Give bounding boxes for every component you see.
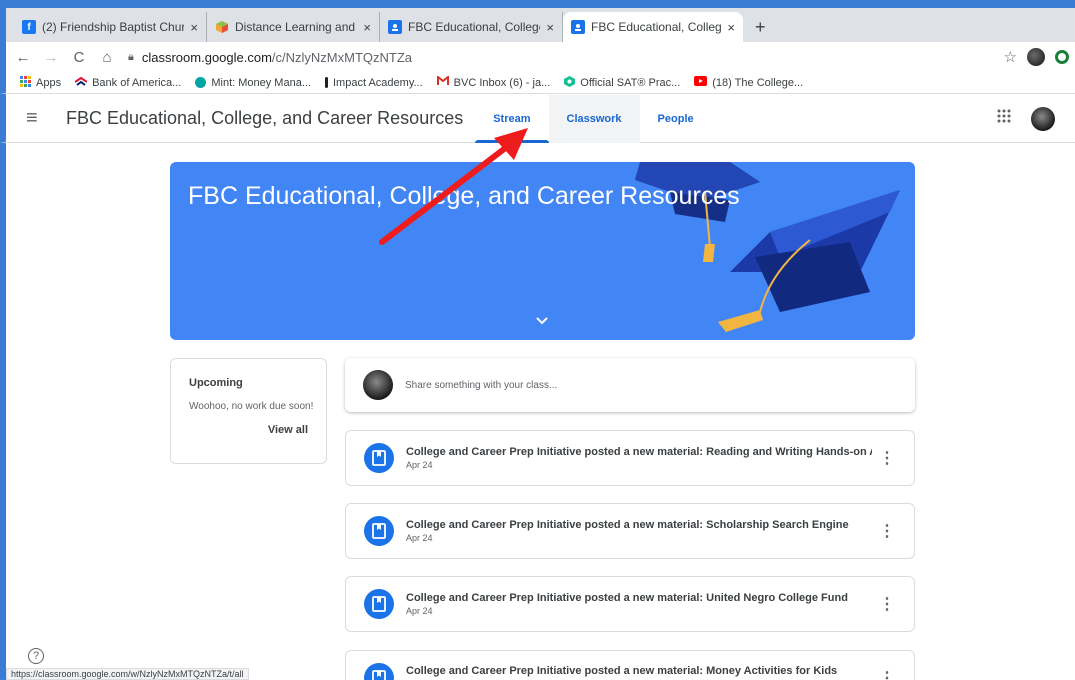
bar-icon (325, 77, 328, 88)
bookmark-mint[interactable]: Mint: Money Mana... (195, 77, 311, 89)
class-banner: FBC Educational, College, and Career Res… (170, 162, 915, 340)
upcoming-subtitle: Woohoo, no work due soon! (189, 401, 314, 412)
bookmark-sat-practice[interactable]: Official SAT® Prac... (564, 75, 681, 90)
stream-post[interactable]: College and Career Prep Initiative poste… (345, 503, 915, 559)
browser-tab-2[interactable]: Distance Learning and At-Hom × (207, 12, 380, 42)
main-menu-icon[interactable]: ≡ (26, 107, 66, 130)
lock-icon: 🔒︎ (128, 50, 134, 63)
post-date: Apr 24 (406, 460, 433, 470)
account-avatar[interactable] (1031, 106, 1055, 131)
chevron-down-icon[interactable] (536, 314, 548, 328)
bookmark-label: Bank of America... (92, 76, 182, 89)
post-title: College and Career Prep Initiative poste… (406, 519, 849, 531)
browser-toolbar: ← → C ⌂ 🔒︎ classroom.google.com/c/NzlyNz… (0, 42, 1075, 72)
classroom-icon (388, 20, 402, 34)
view-all-link[interactable]: View all (189, 424, 308, 436)
facebook-icon: f (22, 20, 36, 34)
browser-tab-1[interactable]: f (2) Friendship Baptist Church ( × (14, 12, 207, 42)
close-icon[interactable]: × (363, 20, 371, 35)
youtube-icon (694, 76, 708, 89)
upcoming-title: Upcoming (189, 377, 243, 389)
classroom-header: ≡ FBC Educational, College, and Career R… (0, 94, 1075, 143)
material-icon (364, 516, 394, 546)
bookmark-label: Impact Academy... (333, 76, 423, 89)
classroom-icon (571, 20, 585, 34)
bookmark-impact-academy[interactable]: Impact Academy... (325, 77, 423, 89)
address-bar[interactable]: 🔒︎ classroom.google.com/c/NzlyNzMxMTQzNT… (128, 45, 1004, 69)
close-icon[interactable]: × (546, 20, 554, 35)
tab-title: (2) Friendship Baptist Church ( (42, 20, 184, 34)
bookmark-star-icon[interactable]: ☆ (1004, 48, 1017, 66)
more-options-icon[interactable]: ⋮ (872, 521, 902, 541)
help-icon[interactable]: ? (28, 648, 44, 664)
class-name[interactable]: FBC Educational, College, and Career Res… (66, 108, 463, 129)
home-icon[interactable]: ⌂ (96, 49, 118, 66)
apps-grid-icon (20, 75, 31, 90)
post-date: Apr 24 (406, 606, 433, 616)
upcoming-card: Upcoming Woohoo, no work due soon! View … (170, 358, 327, 464)
post-title: College and Career Prep Initiative poste… (406, 592, 848, 604)
more-options-icon[interactable]: ⋮ (872, 668, 902, 680)
more-options-icon[interactable]: ⋮ (872, 448, 902, 468)
share-placeholder: Share something with your class... (405, 379, 558, 391)
status-bar-url: https://classroom.google.com/w/NzlyNzMxM… (6, 668, 249, 680)
post-date: Apr 24 (406, 533, 433, 543)
gmail-icon (436, 74, 449, 89)
mint-icon (195, 77, 207, 88)
khan-icon (564, 75, 576, 90)
post-title: College and Career Prep Initiative poste… (406, 446, 872, 458)
material-icon (364, 443, 394, 473)
browser-tab-4-active[interactable]: FBC Educational, College, and × (563, 12, 743, 42)
tab-title: FBC Educational, College, and (408, 20, 540, 34)
tab-classwork[interactable]: Classwork (548, 94, 640, 143)
tab-people[interactable]: People (640, 95, 712, 143)
google-apps-icon[interactable] (997, 109, 1011, 128)
bookmark-apps[interactable]: Apps (20, 75, 62, 90)
material-icon (364, 589, 394, 619)
cube-icon (215, 20, 229, 34)
stream-post[interactable]: College and Career Prep Initiative poste… (345, 650, 915, 680)
post-title: College and Career Prep Initiative poste… (406, 664, 838, 677)
bookmark-label: Official SAT® Prac... (580, 76, 681, 89)
bookmark-label: Mint: Money Mana... (211, 76, 311, 89)
user-avatar (363, 370, 393, 400)
more-options-icon[interactable]: ⋮ (872, 594, 902, 614)
browser-tab-3[interactable]: FBC Educational, College, and × (380, 12, 563, 42)
share-box[interactable]: Share something with your class... (345, 358, 915, 412)
close-icon[interactable]: × (190, 20, 198, 35)
bookmark-bvc-inbox[interactable]: BVC Inbox (6) - ja... (436, 74, 551, 89)
url-host: classroom.google.com (141, 49, 272, 65)
back-icon[interactable]: ← (12, 49, 34, 66)
tab-title: Distance Learning and At-Hom (235, 20, 357, 34)
class-nav-tabs: Stream Classwork People (475, 94, 712, 143)
banner-title: FBC Educational, College, and Career Res… (188, 182, 740, 210)
bookmark-label: Apps (36, 76, 62, 89)
tab-stream[interactable]: Stream (475, 95, 549, 143)
reload-icon[interactable]: C (68, 49, 90, 66)
bookmark-label: (18) The College... (712, 76, 804, 89)
url-path: /c/NzlyNzMxMTQzNTZa (271, 49, 413, 65)
close-icon[interactable]: × (727, 20, 735, 35)
bookmark-the-college[interactable]: (18) The College... (694, 76, 803, 89)
new-tab-button[interactable]: + (743, 12, 778, 42)
forward-icon[interactable]: → (40, 49, 62, 66)
profile-avatar[interactable] (1027, 48, 1045, 66)
boa-icon (74, 76, 88, 89)
extension-icon[interactable] (1055, 50, 1069, 64)
material-icon (364, 662, 394, 680)
browser-tabstrip: f (2) Friendship Baptist Church ( × Dist… (0, 8, 1075, 42)
stream-post[interactable]: College and Career Prep Initiative poste… (345, 430, 915, 486)
tab-title: FBC Educational, College, and (591, 20, 722, 34)
window-frame-top (0, 0, 1075, 8)
stream-post[interactable]: College and Career Prep Initiative poste… (345, 576, 915, 632)
bookmarks-bar: Apps Bank of America... Mint: Money Mana… (0, 72, 1075, 94)
bookmark-label: BVC Inbox (6) - ja... (453, 76, 551, 89)
bookmark-bank-of-america[interactable]: Bank of America... (74, 76, 182, 89)
